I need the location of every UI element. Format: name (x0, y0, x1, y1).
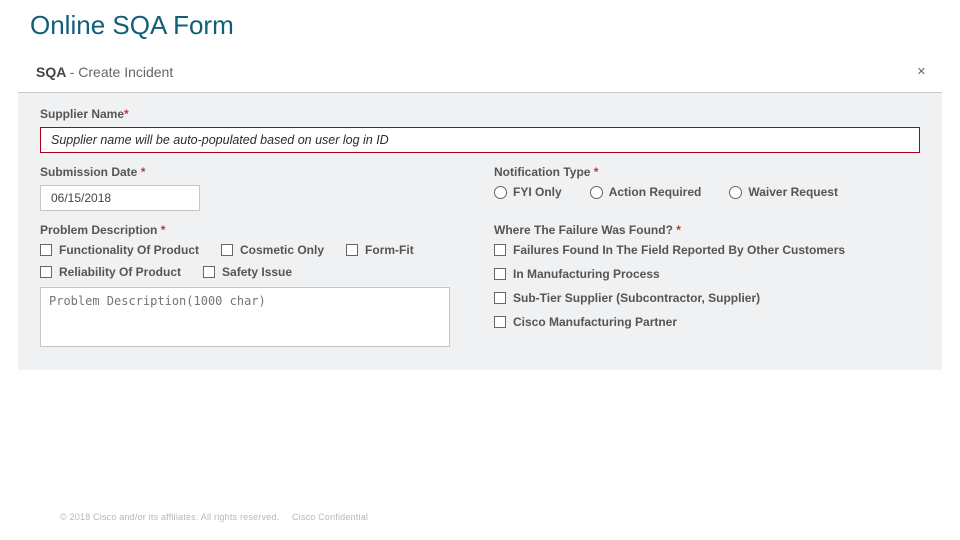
check-label: Reliability Of Product (59, 265, 181, 279)
modal-title-light: Create Incident (78, 64, 173, 80)
submission-date-label: Submission Date * (40, 165, 466, 179)
radio-icon (494, 186, 507, 199)
radio-icon (729, 186, 742, 199)
checkbox-icon (203, 266, 215, 278)
check-label: Functionality Of Product (59, 243, 199, 257)
check-cosmetic-only[interactable]: Cosmetic Only (221, 243, 324, 257)
required-asterisk: * (141, 165, 146, 179)
supplier-name-input[interactable]: Supplier name will be auto-populated bas… (40, 127, 920, 153)
check-safety-issue[interactable]: Safety Issue (203, 265, 292, 279)
check-failures-in-field[interactable]: Failures Found In The Field Reported By … (494, 243, 920, 257)
checkbox-icon (40, 244, 52, 256)
close-icon[interactable]: ✕ (907, 59, 936, 84)
check-label: Form-Fit (365, 243, 414, 257)
checkbox-icon (346, 244, 358, 256)
supplier-name-helper: Supplier name will be auto-populated bas… (51, 133, 389, 147)
notification-type-radios: FYI Only Action Required Waiver Request (494, 185, 920, 199)
create-incident-modal: SQA - Create Incident ✕ Supplier Name* S… (18, 55, 942, 370)
notification-type-label-text: Notification Type (494, 165, 590, 179)
footer-copyright: © 2018 Cisco and/or its affiliates. All … (60, 512, 279, 522)
supplier-name-label-text: Supplier Name (40, 107, 124, 121)
checkbox-icon (221, 244, 233, 256)
required-asterisk: * (676, 223, 681, 237)
radio-waiver-request[interactable]: Waiver Request (729, 185, 838, 199)
check-label: Cisco Manufacturing Partner (513, 315, 677, 329)
page-title: Online SQA Form (0, 0, 960, 55)
check-label: Safety Issue (222, 265, 292, 279)
failure-location-checks: Failures Found In The Field Reported By … (494, 243, 920, 329)
form-panel: Supplier Name* Supplier name will be aut… (18, 93, 942, 370)
checkbox-icon (494, 268, 506, 280)
submission-date-input[interactable]: 06/15/2018 (40, 185, 200, 211)
check-form-fit[interactable]: Form-Fit (346, 243, 414, 257)
check-label: Failures Found In The Field Reported By … (513, 243, 845, 257)
required-asterisk: * (124, 107, 129, 121)
check-label: Cosmetic Only (240, 243, 324, 257)
problem-description-label-text: Problem Description (40, 223, 157, 237)
check-in-manufacturing-process[interactable]: In Manufacturing Process (494, 267, 920, 281)
failure-location-label-text: Where The Failure Was Found? (494, 223, 673, 237)
radio-label: Action Required (609, 185, 702, 199)
check-label: Sub-Tier Supplier (Subcontractor, Suppli… (513, 291, 760, 305)
modal-title-strong: SQA (36, 64, 66, 80)
checkbox-icon (494, 292, 506, 304)
check-sub-tier-supplier[interactable]: Sub-Tier Supplier (Subcontractor, Suppli… (494, 291, 920, 305)
footer: © 2018 Cisco and/or its affiliates. All … (50, 512, 368, 522)
radio-action-required[interactable]: Action Required (590, 185, 702, 199)
modal-title: SQA - Create Incident (36, 64, 173, 80)
checkbox-icon (494, 316, 506, 328)
checkbox-icon (40, 266, 52, 278)
check-label: In Manufacturing Process (513, 267, 660, 281)
radio-icon (590, 186, 603, 199)
required-asterisk: * (594, 165, 599, 179)
problem-description-textarea[interactable] (40, 287, 450, 347)
supplier-name-label: Supplier Name* (40, 107, 920, 121)
failure-location-label: Where The Failure Was Found? * (494, 223, 920, 237)
check-reliability-of-product[interactable]: Reliability Of Product (40, 265, 181, 279)
submission-date-label-text: Submission Date (40, 165, 137, 179)
radio-label: Waiver Request (748, 185, 838, 199)
problem-description-label: Problem Description * (40, 223, 466, 237)
check-functionality-of-product[interactable]: Functionality Of Product (40, 243, 199, 257)
check-cisco-manufacturing-partner[interactable]: Cisco Manufacturing Partner (494, 315, 920, 329)
modal-header: SQA - Create Incident ✕ (18, 55, 942, 93)
checkbox-icon (494, 244, 506, 256)
required-asterisk: * (161, 223, 166, 237)
footer-confidential: Cisco Confidential (292, 512, 368, 522)
notification-type-label: Notification Type * (494, 165, 920, 179)
modal-title-sep: - (70, 64, 75, 80)
radio-fyi-only[interactable]: FYI Only (494, 185, 562, 199)
radio-label: FYI Only (513, 185, 562, 199)
problem-description-checks: Functionality Of Product Cosmetic Only F… (40, 243, 466, 279)
